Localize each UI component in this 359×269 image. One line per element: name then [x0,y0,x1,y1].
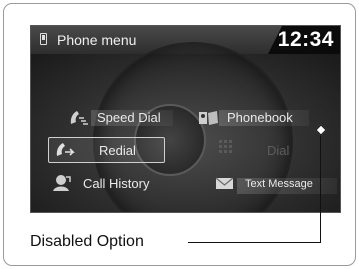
menu-item-dial[interactable]: Dial [267,143,289,158]
menu-item-text-message[interactable]: Text Message [245,178,313,190]
call-history-label: Call History [83,176,150,191]
dial-label: Dial [267,143,290,158]
callout-label: Disabled Option [30,233,144,250]
callout-line-vertical [320,130,321,243]
call-history-icon [51,173,73,191]
text-message-label: Text Message [245,178,313,190]
redial-label: Redial [99,143,136,158]
phone-menu-screen: Phone menu 12:34 Speed Dial Phonebook Re… [30,25,341,213]
menu-item-call-history[interactable]: Call History [83,176,149,191]
keypad-icon [217,138,239,156]
speed-dial-label: Speed Dial [97,110,161,125]
clock: 12:34 [277,28,334,51]
menu-area: Speed Dial Phonebook Redial Dial Call Hi… [31,42,340,212]
redial-icon [53,140,75,158]
phonebook-label: Phonebook [227,110,293,125]
clock-tab: 12:34 [268,26,340,54]
phone-icon [40,33,47,45]
menu-item-speed-dial[interactable]: Speed Dial [97,110,161,125]
menu-item-phonebook[interactable]: Phonebook [227,110,293,125]
callout-line-horizontal [188,242,320,243]
speed-dial-icon [67,108,89,126]
envelope-icon [215,176,237,194]
menu-item-redial[interactable]: Redial [99,143,136,158]
page-title: Phone menu [57,32,137,48]
phonebook-icon [197,108,219,126]
